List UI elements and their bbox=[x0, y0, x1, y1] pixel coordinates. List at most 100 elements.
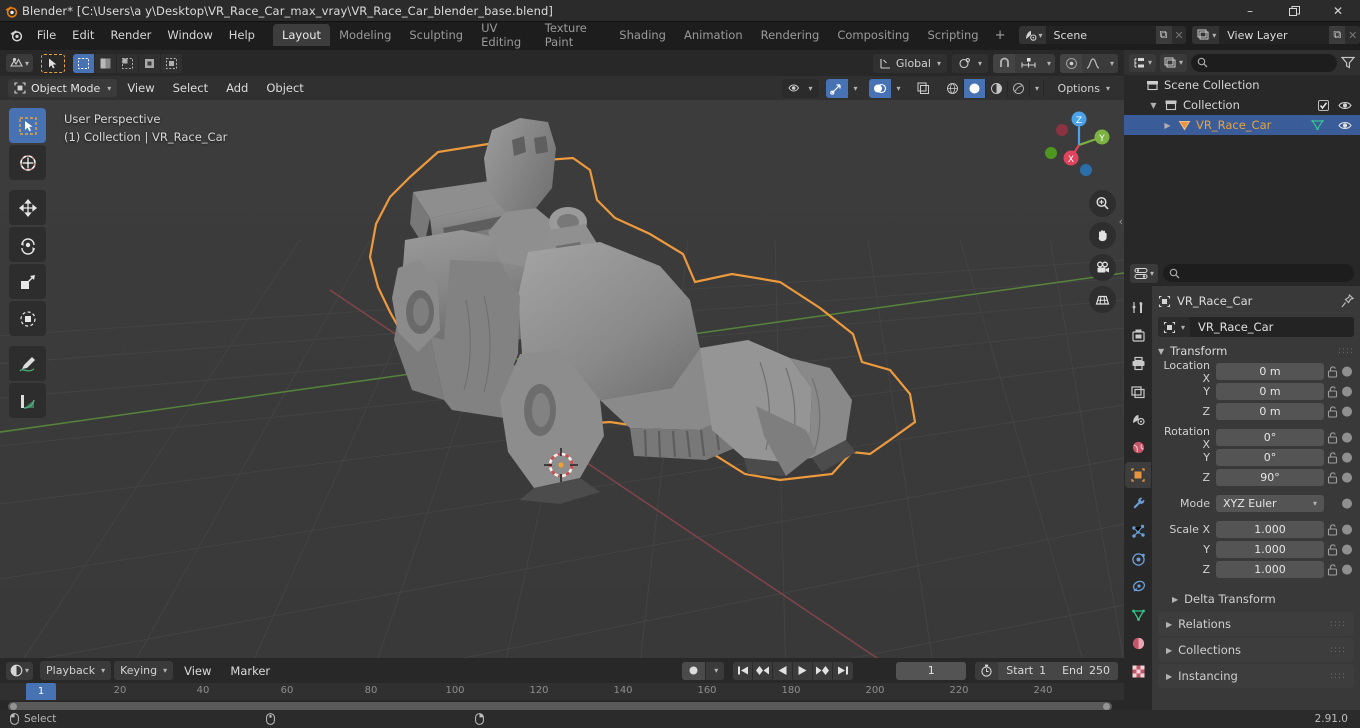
drag-dots-icon[interactable]: :::: bbox=[1330, 671, 1346, 681]
viewport-menu-object[interactable]: Object bbox=[258, 79, 311, 97]
tab-uv-editing[interactable]: UV Editing bbox=[472, 17, 536, 53]
animate-dot-icon[interactable]: ● bbox=[1340, 384, 1354, 399]
tool-cursor[interactable] bbox=[9, 145, 46, 180]
animate-dot-icon[interactable]: ● bbox=[1340, 496, 1354, 511]
outliner-display-mode-button[interactable]: ▾ bbox=[1160, 53, 1188, 72]
rendered-shading-button[interactable] bbox=[1007, 78, 1030, 98]
end-frame-field[interactable]: End 250 bbox=[1054, 661, 1118, 680]
pan-hand-icon[interactable] bbox=[1089, 222, 1116, 249]
lock-icon[interactable] bbox=[1324, 543, 1340, 556]
animate-dot-icon[interactable]: ● bbox=[1340, 430, 1354, 445]
sidebar-collapse-arrow-icon[interactable]: ‹ bbox=[1119, 215, 1123, 228]
tool-move[interactable] bbox=[9, 190, 46, 225]
tab-scene-icon[interactable] bbox=[1125, 406, 1151, 432]
close-button[interactable]: ✕ bbox=[1316, 0, 1360, 22]
show-overlays-button[interactable] bbox=[868, 78, 891, 98]
navigation-gizmo[interactable]: Z Y X bbox=[1040, 106, 1118, 184]
auto-key-chevron-icon[interactable]: ▾ bbox=[706, 662, 724, 680]
editor-type-button[interactable]: ▾ bbox=[6, 54, 34, 72]
minimize-button[interactable]: – bbox=[1228, 0, 1272, 22]
falloff-chevron-icon[interactable]: ▾ bbox=[1104, 53, 1118, 73]
tab-world-icon[interactable] bbox=[1125, 434, 1151, 460]
properties-editor-type-button[interactable]: ▾ bbox=[1130, 263, 1159, 283]
animate-dot-icon[interactable]: ● bbox=[1340, 470, 1354, 485]
tab-sculpting[interactable]: Sculpting bbox=[400, 24, 472, 46]
animate-dot-icon[interactable]: ● bbox=[1340, 404, 1354, 419]
outliner-filter-icon[interactable] bbox=[1341, 56, 1355, 69]
mesh-data-icon[interactable] bbox=[1311, 119, 1324, 131]
outliner-editor-type-button[interactable]: ▾ bbox=[1129, 53, 1157, 72]
auto-key-stopwatch-icon[interactable] bbox=[975, 662, 998, 680]
drag-dots-icon[interactable]: :::: bbox=[1330, 645, 1346, 655]
visibility-dropdown[interactable]: ▾ bbox=[781, 78, 819, 98]
rotation-y-field[interactable]: 0° bbox=[1216, 449, 1324, 466]
object-name-value[interactable]: VR_Race_Car bbox=[1190, 317, 1354, 337]
tab-constraints-icon[interactable] bbox=[1125, 574, 1151, 600]
rotation-z-field[interactable]: 90° bbox=[1216, 469, 1324, 486]
outliner-row-scene-collection[interactable]: Scene Collection bbox=[1124, 75, 1360, 95]
drag-dots-icon[interactable]: :::: bbox=[1330, 619, 1346, 629]
collection-eye-icon[interactable] bbox=[1338, 100, 1352, 111]
scale-z-field[interactable]: 1.000 bbox=[1216, 561, 1324, 578]
rotation-x-field[interactable]: 0° bbox=[1216, 429, 1324, 446]
xray-toggle-button[interactable] bbox=[912, 79, 934, 97]
tool-scale[interactable] bbox=[9, 264, 46, 299]
next-keyframe-icon[interactable] bbox=[813, 661, 834, 680]
select-box-button[interactable] bbox=[73, 53, 96, 73]
timeline-menu-view[interactable]: View bbox=[176, 662, 219, 680]
select-subtract-button[interactable] bbox=[117, 53, 140, 73]
jump-end-icon[interactable] bbox=[833, 662, 853, 680]
snap-chevron-icon[interactable]: ▾ bbox=[1041, 53, 1055, 73]
tab-data-icon[interactable] bbox=[1125, 602, 1151, 628]
animate-dot-icon[interactable]: ● bbox=[1340, 542, 1354, 557]
scale-x-field[interactable]: 1.000 bbox=[1216, 521, 1324, 538]
collections-panel[interactable]: ▶ Collections :::: bbox=[1158, 638, 1354, 662]
material-preview-button[interactable] bbox=[985, 78, 1008, 98]
record-icon[interactable] bbox=[682, 661, 707, 680]
tab-tool-icon[interactable] bbox=[1125, 294, 1151, 320]
remove-view-layer-button[interactable]: ✕ bbox=[1345, 26, 1360, 44]
scene-name[interactable]: Scene bbox=[1045, 26, 1156, 44]
tab-compositing[interactable]: Compositing bbox=[828, 24, 918, 46]
properties-search-input[interactable] bbox=[1163, 264, 1354, 282]
tool-rotate[interactable] bbox=[9, 227, 46, 262]
overlays-chevron-icon[interactable]: ▾ bbox=[890, 78, 905, 98]
transform-orientation-dropdown[interactable]: Global ▾ bbox=[872, 53, 947, 73]
tool-annotate[interactable] bbox=[9, 346, 46, 381]
expander-icon[interactable]: ▼ bbox=[1148, 101, 1159, 110]
object-datablock-button[interactable]: ▾ bbox=[1158, 317, 1191, 337]
viewport-options-dropdown[interactable]: Options ▾ bbox=[1051, 78, 1116, 98]
outliner-row-collection[interactable]: ▼ Collection bbox=[1124, 95, 1360, 115]
tab-view-layer-icon[interactable] bbox=[1125, 378, 1151, 404]
wireframe-shading-button[interactable] bbox=[941, 78, 964, 98]
falloff-curve-icon[interactable] bbox=[1082, 53, 1104, 73]
jump-start-icon[interactable] bbox=[733, 661, 754, 680]
object-mode-dropdown[interactable]: Object Mode ▾ bbox=[8, 79, 118, 97]
location-x-field[interactable]: 0 m bbox=[1216, 363, 1324, 380]
instancing-panel[interactable]: ▶ Instancing :::: bbox=[1158, 664, 1354, 688]
active-tool-indicator[interactable] bbox=[41, 53, 66, 73]
camera-icon[interactable] bbox=[1089, 254, 1116, 281]
menu-help[interactable]: Help bbox=[221, 25, 263, 45]
timeline-ruler[interactable]: 1 20 40 60 80 100 120 140 160 180 200 22… bbox=[0, 683, 1124, 700]
viewport-menu-view[interactable]: View bbox=[119, 79, 162, 97]
viewport-menu-select[interactable]: Select bbox=[165, 79, 216, 97]
drag-dots-icon[interactable]: :::: bbox=[1338, 346, 1354, 356]
tab-modeling[interactable]: Modeling bbox=[330, 24, 400, 46]
play-reverse-icon[interactable] bbox=[773, 661, 794, 680]
lock-icon[interactable] bbox=[1324, 471, 1340, 484]
rotation-mode-dropdown[interactable]: XYZ Euler ▾ bbox=[1216, 495, 1324, 512]
menu-edit[interactable]: Edit bbox=[64, 25, 102, 45]
object-name-field[interactable]: ▾ VR_Race_Car bbox=[1158, 317, 1354, 337]
animate-dot-icon[interactable]: ● bbox=[1340, 562, 1354, 577]
shading-chevron-icon[interactable]: ▾ bbox=[1029, 78, 1044, 98]
scrollbar-handle-right[interactable] bbox=[1103, 703, 1110, 710]
snap-magnet-icon[interactable] bbox=[993, 53, 1015, 73]
tab-physics-icon[interactable] bbox=[1125, 546, 1151, 572]
timeline-menu-playback[interactable]: Playback ▾ bbox=[40, 661, 112, 680]
tool-transform[interactable] bbox=[9, 301, 46, 336]
tab-modifier-icon[interactable] bbox=[1125, 490, 1151, 516]
lock-icon[interactable] bbox=[1324, 563, 1340, 576]
tab-rendering[interactable]: Rendering bbox=[752, 24, 829, 46]
maximize-button[interactable] bbox=[1272, 0, 1316, 22]
